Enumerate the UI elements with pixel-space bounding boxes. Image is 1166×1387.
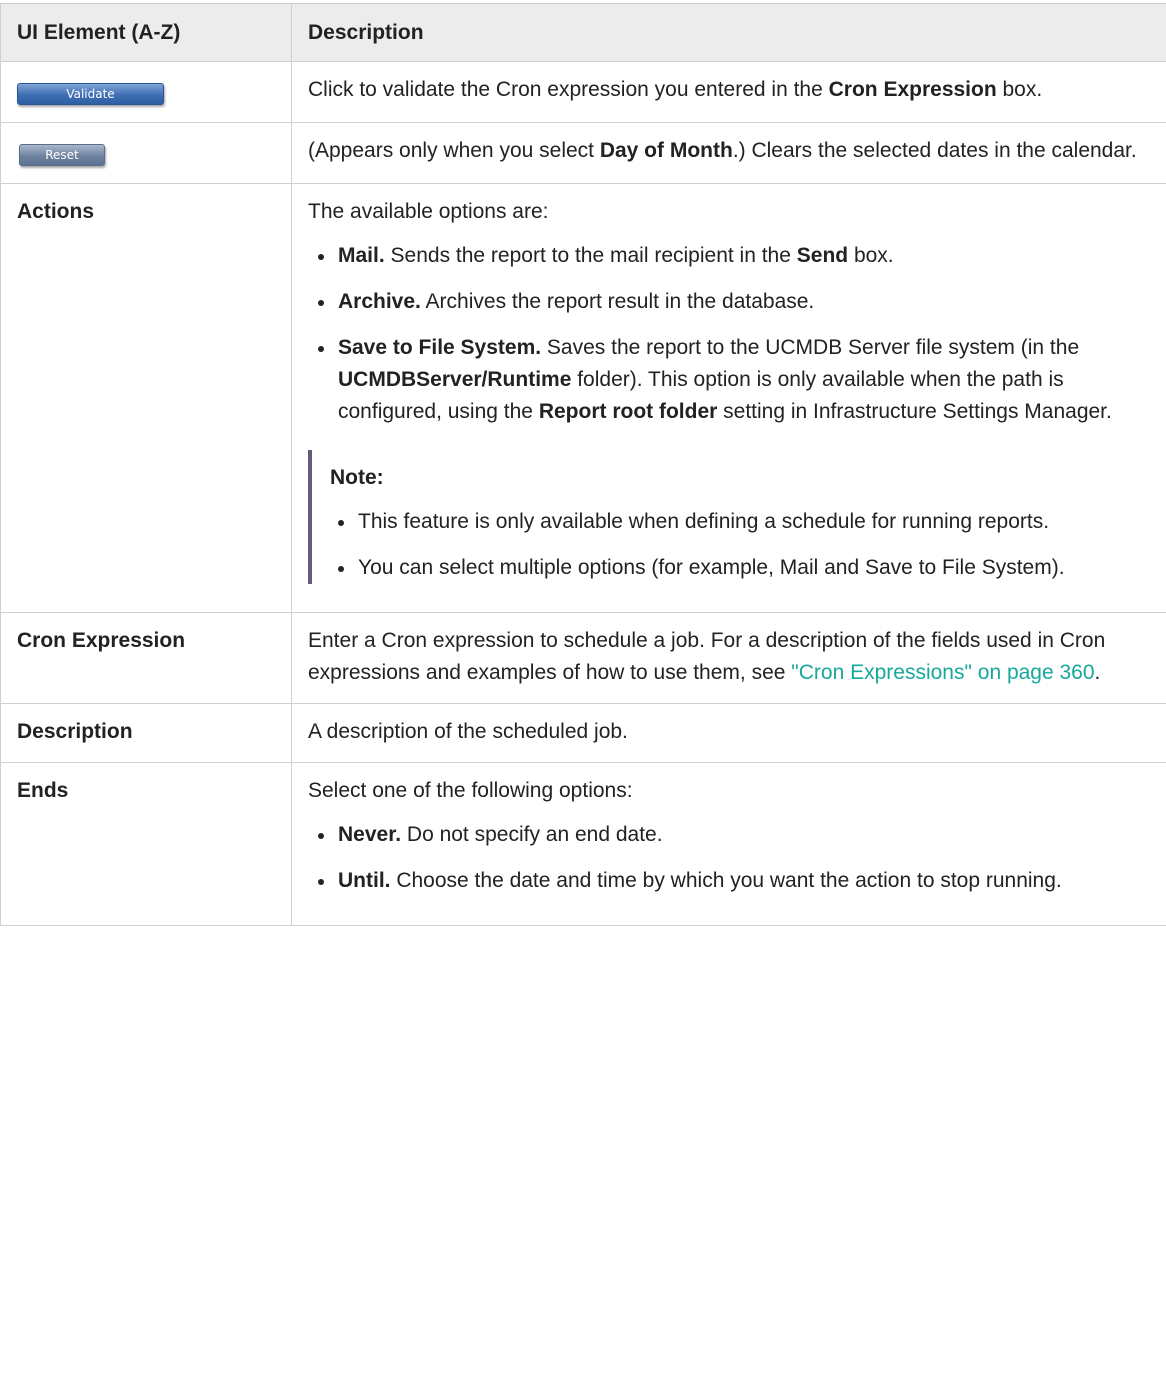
note-list: This feature is only available when defi… [330, 506, 1154, 584]
mail-option-text: Sends the report to the mail recipient i… [384, 244, 797, 267]
validate-desc-bold: Cron Expression [828, 78, 997, 101]
reset-button[interactable]: Reset [19, 144, 105, 166]
list-item-save-to-file-system: Save to File System. Saves the report to… [318, 332, 1154, 428]
cron-element-cell: Cron Expression [0, 612, 292, 704]
validate-button[interactable]: Validate [17, 83, 164, 105]
cron-description: Enter a Cron expression to schedule a jo… [308, 625, 1154, 689]
table-header-row: UI Element (A-Z) Description [0, 3, 1166, 62]
table-row-cron-expression: Cron Expression Enter a Cron expression … [0, 612, 1166, 704]
list-item-mail: Mail. Sends the report to the mail recip… [318, 240, 1154, 272]
table-row-validate: Validate Click to validate the Cron expr… [0, 61, 1166, 123]
validate-element-cell: Validate [0, 61, 292, 123]
list-item-until: Until. Choose the date and time by which… [318, 865, 1154, 897]
header-description: Description [291, 3, 1166, 62]
cron-expressions-link[interactable]: "Cron Expressions" on page 360 [791, 661, 1094, 684]
ui-element-table: UI Element (A-Z) Description Validate Cl… [0, 3, 1166, 926]
note-box: Note: This feature is only available whe… [308, 450, 1154, 584]
mail-option-label: Mail. [338, 244, 385, 267]
validate-desc-tail: box. [996, 78, 1043, 101]
runtime-folder-label: UCMDBServer/Runtime [338, 368, 572, 391]
reset-element-cell: Reset [0, 122, 292, 184]
actions-lead: The available options are: [308, 200, 549, 223]
list-item-never: Never. Do not specify an end date. [318, 819, 1154, 851]
reset-desc-text: (Appears only when you select [308, 139, 600, 162]
actions-description-cell: The available options are: Mail. Sends t… [291, 183, 1166, 613]
mail-option-tail: box. [848, 244, 894, 267]
description-element-cell: Description [0, 703, 292, 763]
archive-option-text: Archives the report result in the databa… [420, 290, 815, 313]
send-box-label: Send [796, 244, 849, 267]
validate-description: Click to validate the Cron expression yo… [308, 74, 1154, 106]
header-ui-element: UI Element (A-Z) [0, 3, 292, 62]
report-root-folder-label: Report root folder [538, 400, 718, 423]
ends-description-cell: Select one of the following options: Nev… [291, 762, 1166, 926]
validate-desc-text: Click to validate the Cron expression yo… [308, 78, 829, 101]
archive-option-label: Archive. [338, 290, 421, 313]
table-row-reset: Reset (Appears only when you select Day … [0, 122, 1166, 184]
never-option-label: Never. [338, 823, 402, 846]
note-title: Note: [330, 466, 384, 489]
reset-description: (Appears only when you select Day of Mon… [308, 135, 1154, 167]
until-option-label: Until. [338, 869, 391, 892]
actions-element-cell: Actions [0, 183, 292, 613]
ends-element-cell: Ends [0, 762, 292, 926]
actions-option-list: Mail. Sends the report to the mail recip… [308, 240, 1154, 428]
save-option-text: Saves the report to the UCMDB Server fil… [541, 336, 1080, 359]
reset-description-cell: (Appears only when you select Day of Mon… [291, 122, 1166, 184]
list-item-archive: Archive. Archives the report result in t… [318, 286, 1154, 318]
cron-description-cell: Enter a Cron expression to schedule a jo… [291, 612, 1166, 704]
list-item-note: This feature is only available when defi… [338, 506, 1154, 538]
validate-description-cell: Click to validate the Cron expression yo… [291, 61, 1166, 123]
list-item-note: You can select multiple options (for exa… [338, 552, 1154, 584]
never-option-text: Do not specify an end date. [401, 823, 663, 846]
cron-desc-tail: . [1094, 661, 1101, 684]
table-row-actions: Actions The available options are: Mail.… [0, 183, 1166, 613]
ends-option-list: Never. Do not specify an end date. Until… [308, 819, 1154, 897]
reset-desc-bold: Day of Month [599, 139, 733, 162]
save-option-label: Save to File System. [338, 336, 542, 359]
ends-lead: Select one of the following options: [308, 779, 633, 802]
reset-desc-tail: .) Clears the selected dates in the cale… [732, 139, 1137, 162]
table-row-ends: Ends Select one of the following options… [0, 762, 1166, 926]
description-description-cell: A description of the scheduled job. [291, 703, 1166, 763]
table-row-description: Description A description of the schedul… [0, 703, 1166, 763]
until-option-text: Choose the date and time by which you wa… [390, 869, 1062, 892]
save-option-tail: setting in Infrastructure Settings Manag… [717, 400, 1112, 423]
